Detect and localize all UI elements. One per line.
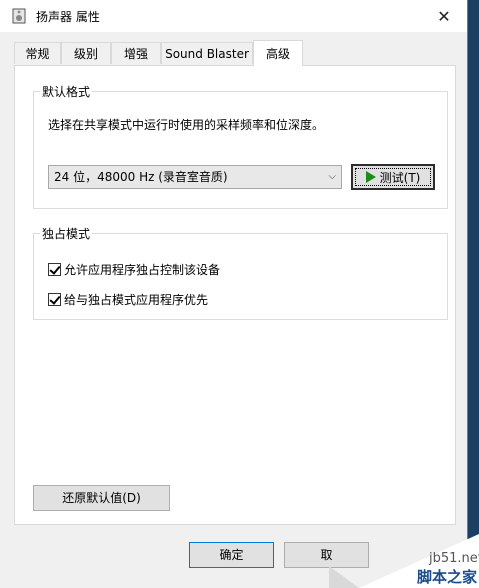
default-format-description: 选择在共享模式中运行时使用的采样频率和位深度。 xyxy=(48,118,325,132)
tab-advanced[interactable]: 高级 xyxy=(253,40,303,66)
tab-panel-advanced: 默认格式 选择在共享模式中运行时使用的采样频率和位深度。 24 位，48000 … xyxy=(14,65,456,525)
allow-exclusive-checkbox[interactable] xyxy=(48,263,61,276)
ok-button[interactable]: 确定 xyxy=(189,542,274,568)
exclusive-mode-group: 独占模式 允许应用程序独占控制该设备 给与独占模式应用程序优先 xyxy=(33,225,448,320)
allow-exclusive-row[interactable]: 允许应用程序独占控制该设备 xyxy=(48,261,220,278)
sample-format-value: 24 位，48000 Hz (录音室音质) xyxy=(54,170,228,184)
tab-sound-blaster[interactable]: Sound Blaster xyxy=(161,42,253,64)
close-icon: ✕ xyxy=(437,6,451,26)
tab-general[interactable]: 常规 xyxy=(14,42,61,64)
default-format-group: 默认格式 选择在共享模式中运行时使用的采样频率和位深度。 24 位，48000 … xyxy=(33,83,448,209)
exclusive-priority-checkbox[interactable] xyxy=(48,293,61,306)
exclusive-priority-label: 给与独占模式应用程序优先 xyxy=(64,293,209,307)
tab-levels[interactable]: 级别 xyxy=(61,42,111,64)
test-button-label: 测试(T) xyxy=(379,170,421,185)
close-button[interactable]: ✕ xyxy=(421,0,467,32)
window-title: 扬声器 属性 xyxy=(36,10,100,24)
exclusive-priority-row[interactable]: 给与独占模式应用程序优先 xyxy=(48,291,208,308)
watermark-site: jb51.net xyxy=(428,551,479,566)
exclusive-mode-title: 独占模式 xyxy=(40,225,93,242)
title-bar: 扬声器 属性 ✕ xyxy=(0,0,467,32)
speaker-icon xyxy=(12,8,26,24)
allow-exclusive-label: 允许应用程序独占控制该设备 xyxy=(64,263,221,277)
watermark-brand: 脚本之家 xyxy=(417,568,477,586)
sample-format-select[interactable]: 24 位，48000 Hz (录音室音质) ⌵ xyxy=(48,165,342,189)
play-icon xyxy=(365,171,376,183)
test-button[interactable]: 测试(T) xyxy=(351,164,435,190)
chevron-down-icon: ⌵ xyxy=(328,171,336,182)
properties-window: 扬声器 属性 ✕ 常规 级别 增强 Sound Blaster 高级 默认格式 … xyxy=(0,0,468,588)
tab-enhancements[interactable]: 增强 xyxy=(111,42,161,64)
restore-defaults-button[interactable]: 还原默认值(D) xyxy=(33,485,170,511)
site-watermark: jb51.net 脚本之家 xyxy=(329,534,479,588)
default-format-title: 默认格式 xyxy=(40,83,93,100)
